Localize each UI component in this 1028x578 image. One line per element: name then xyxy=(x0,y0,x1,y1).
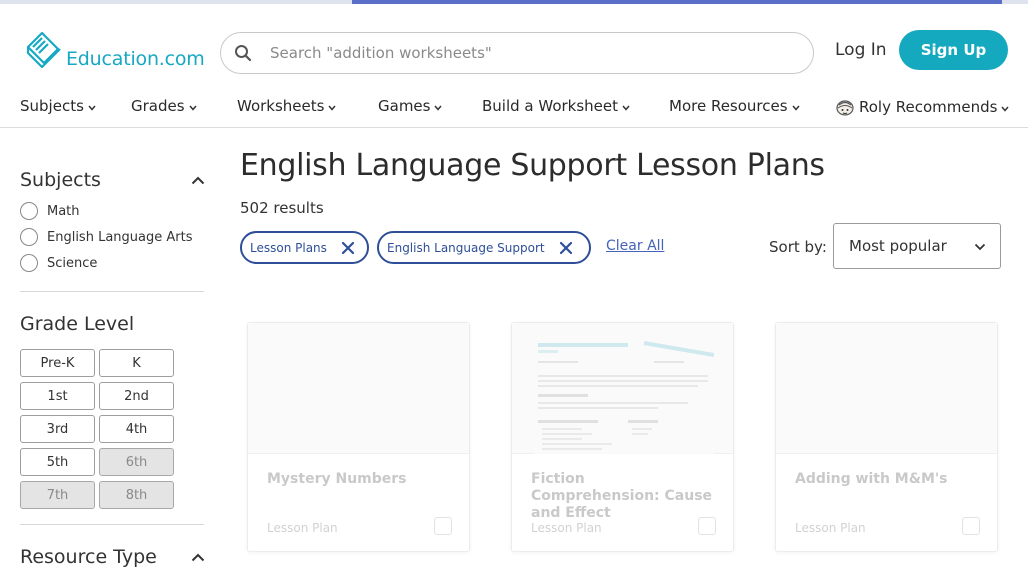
signup-button[interactable]: Sign Up xyxy=(899,30,1008,70)
chevron-down-icon xyxy=(974,243,986,251)
card-title[interactable]: Adding with M&M's xyxy=(795,471,980,488)
page-loading-bar xyxy=(0,0,1028,4)
chevron-down-icon xyxy=(434,105,443,111)
card-title[interactable]: Fiction Comprehension: Cause and Effect xyxy=(531,471,716,522)
grade-button-k[interactable]: K xyxy=(99,349,174,377)
sort-dropdown[interactable]: Most popular xyxy=(833,223,1001,269)
loading-bar-fill xyxy=(352,0,1002,4)
nav-games[interactable]: Games xyxy=(378,97,443,115)
chevron-down-icon xyxy=(791,105,800,111)
logo-text: Education.com xyxy=(66,48,205,70)
sidebar-divider xyxy=(20,524,204,525)
chevron-up-icon[interactable] xyxy=(191,553,205,562)
card-title[interactable]: Mystery Numbers xyxy=(267,471,452,488)
nav-label: Roly Recommends xyxy=(859,98,998,116)
nav-label: Grades xyxy=(131,97,185,115)
card-checkbox[interactable] xyxy=(698,517,716,535)
nav-worksheets[interactable]: Worksheets xyxy=(237,97,337,115)
nav-more-resources[interactable]: More Resources xyxy=(669,97,800,115)
card-checkbox[interactable] xyxy=(962,517,980,535)
site-logo[interactable]: Education.com xyxy=(24,31,205,70)
roly-icon xyxy=(836,100,854,116)
nav-label: Games xyxy=(378,97,431,115)
nav-subjects[interactable]: Subjects xyxy=(20,97,96,115)
subject-option-math[interactable]: Math xyxy=(20,202,80,220)
radio-button[interactable] xyxy=(20,228,38,246)
filter-chip-english-language-support[interactable]: English Language Support xyxy=(377,231,591,264)
grade-button-1st[interactable]: 1st xyxy=(20,382,95,410)
resource-card[interactable]: Mystery Numbers Lesson Plan xyxy=(247,322,470,552)
grade-button-pre-k[interactable]: Pre-K xyxy=(20,349,95,377)
card-thumbnail xyxy=(776,323,997,454)
radio-button[interactable] xyxy=(20,202,38,220)
nav-label: Worksheets xyxy=(237,97,325,115)
page-title: English Language Support Lesson Plans xyxy=(240,148,825,183)
subject-label: Math xyxy=(47,203,80,219)
document-preview-image xyxy=(534,337,714,454)
nav-build-worksheet[interactable]: Build a Worksheet xyxy=(482,97,630,115)
search-bar[interactable] xyxy=(220,32,814,74)
chevron-up-icon[interactable] xyxy=(191,176,205,185)
nav-grades[interactable]: Grades xyxy=(131,97,197,115)
search-input[interactable] xyxy=(270,44,790,62)
chevron-down-icon xyxy=(622,105,630,111)
card-type: Lesson Plan xyxy=(267,521,338,535)
grade-button-8th[interactable]: 8th xyxy=(99,481,174,509)
results-count: 502 results xyxy=(240,199,324,217)
login-link[interactable]: Log In xyxy=(835,40,887,60)
close-icon[interactable] xyxy=(341,241,355,255)
card-thumbnail xyxy=(248,323,469,454)
search-icon xyxy=(235,45,252,62)
subject-label: English Language Arts xyxy=(47,229,193,245)
chip-label: English Language Support xyxy=(387,240,545,255)
subject-option-ela[interactable]: English Language Arts xyxy=(20,228,192,246)
filter-chip-lesson-plans[interactable]: Lesson Plans xyxy=(240,231,369,264)
subject-option-science[interactable]: Science xyxy=(20,254,97,272)
sort-value: Most popular xyxy=(849,237,947,255)
close-icon[interactable] xyxy=(559,241,573,255)
clear-all-link[interactable]: Clear All xyxy=(606,238,664,254)
chevron-down-icon xyxy=(88,105,96,111)
grade-button-7th[interactable]: 7th xyxy=(20,481,95,509)
sidebar-divider xyxy=(20,291,204,292)
grade-button-2nd[interactable]: 2nd xyxy=(99,382,174,410)
grade-button-4th[interactable]: 4th xyxy=(99,415,174,443)
nav-label: Subjects xyxy=(20,97,84,115)
card-type: Lesson Plan xyxy=(795,521,866,535)
chevron-down-icon xyxy=(188,105,197,111)
card-thumbnail xyxy=(512,323,733,454)
grade-button-3rd[interactable]: 3rd xyxy=(20,415,95,443)
resource-type-heading: Resource Type xyxy=(20,546,157,568)
nav-label: More Resources xyxy=(669,97,788,115)
grade-level-heading: Grade Level xyxy=(20,313,135,335)
card-type: Lesson Plan xyxy=(531,521,602,535)
subject-label: Science xyxy=(47,255,98,271)
radio-button[interactable] xyxy=(20,254,38,272)
resource-card[interactable]: Fiction Comprehension: Cause and Effect … xyxy=(511,322,734,552)
chevron-down-icon xyxy=(1001,106,1010,112)
resource-card[interactable]: Adding with M&M's Lesson Plan xyxy=(775,322,998,552)
sort-label: Sort by: xyxy=(769,238,827,256)
card-checkbox[interactable] xyxy=(434,517,452,535)
nav-roly-recommends[interactable]: Roly Recommends xyxy=(835,97,1010,117)
grade-button-6th[interactable]: 6th xyxy=(99,448,174,476)
grade-button-5th[interactable]: 5th xyxy=(20,448,95,476)
subjects-heading: Subjects xyxy=(20,169,101,191)
nav-label: Build a Worksheet xyxy=(482,97,619,115)
chip-label: Lesson Plans xyxy=(250,240,327,255)
main-nav: Subjects Grades Worksheets Games Build a… xyxy=(0,96,1028,128)
logo-icon xyxy=(26,31,61,69)
chevron-down-icon xyxy=(328,105,337,111)
